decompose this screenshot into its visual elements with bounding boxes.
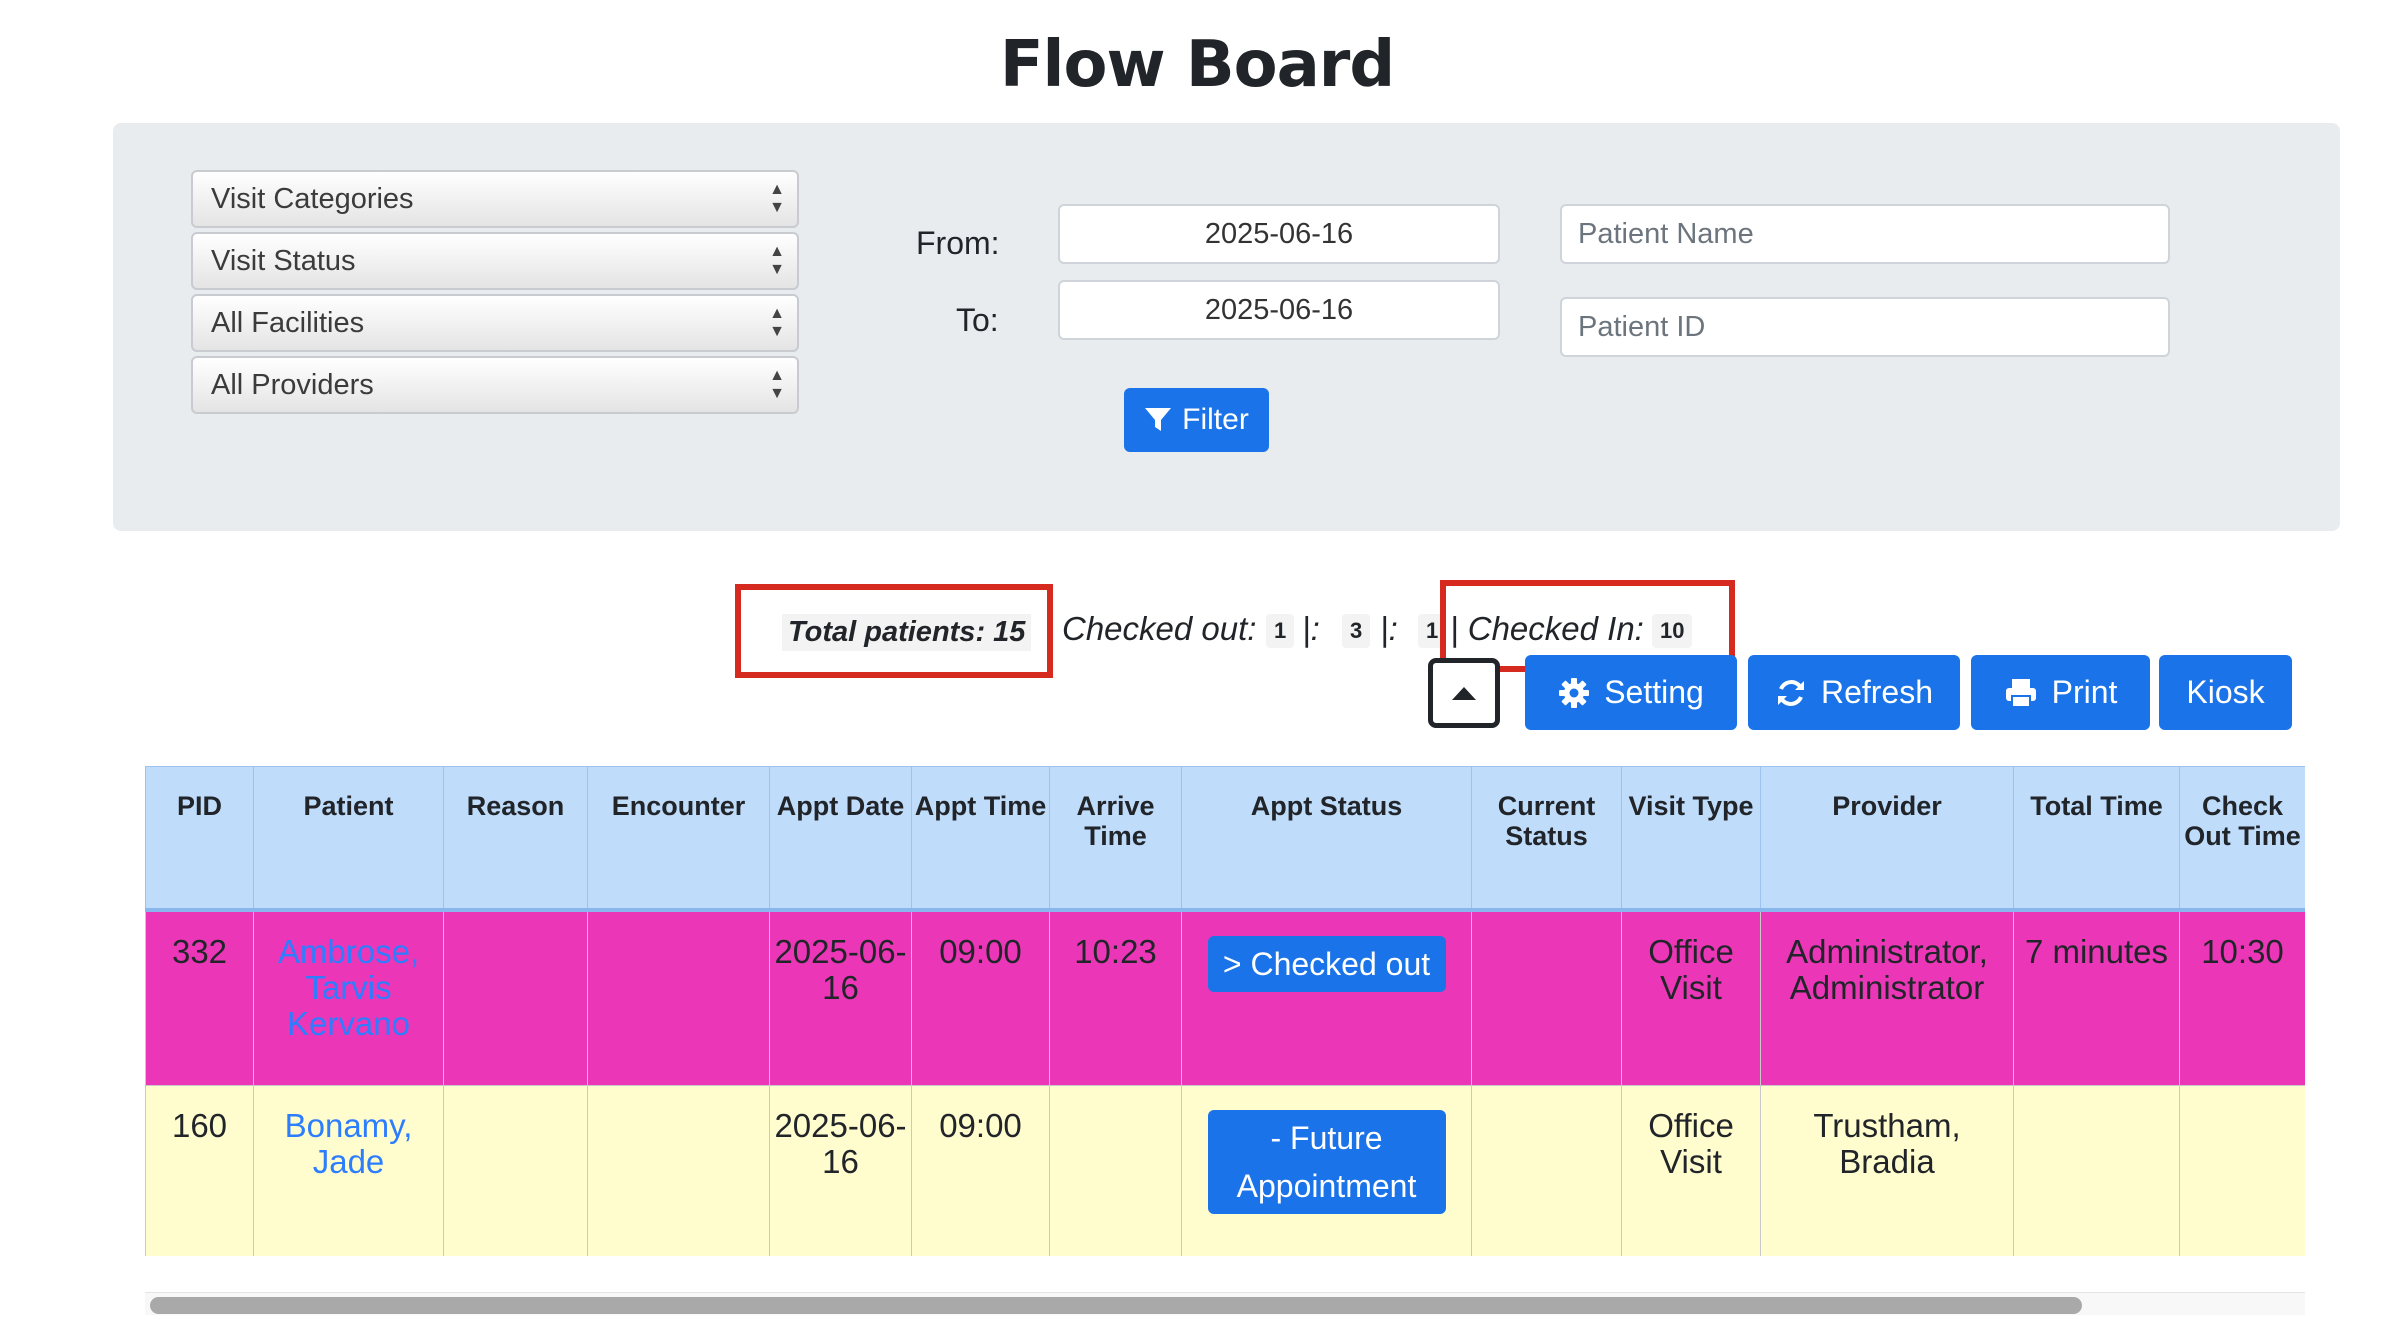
scrollbar-thumb[interactable] (150, 1297, 2082, 1314)
col-header-visit-type[interactable]: Visit Type (1621, 766, 1761, 912)
col-header-current-status[interactable]: Current Status (1471, 766, 1622, 912)
cell-reason (443, 1085, 588, 1256)
cell-provider: Trustham, Bradia (1760, 1085, 2014, 1256)
checked-out-count: 1 (1266, 614, 1295, 648)
col-header-encounter[interactable]: Encounter (587, 766, 770, 912)
flow-board-table-container: PID Patient Reason Encounter Appt Date A… (145, 766, 2305, 1256)
caret-up-icon (1452, 687, 1476, 700)
visit-status-select[interactable]: Visit Status ▲ ▼ (191, 232, 799, 290)
cell-appt-status: - Future Appointment (1181, 1085, 1472, 1256)
cell-total-time (2013, 1085, 2180, 1256)
cell-encounter (587, 1085, 770, 1256)
visit-categories-label: Visit Categories (211, 183, 414, 215)
providers-select[interactable]: All Providers ▲ ▼ (191, 356, 799, 414)
select-arrows-icon: ▲ ▼ (769, 367, 785, 402)
visit-status-label: Visit Status (211, 245, 356, 277)
print-button[interactable]: Print (1971, 655, 2150, 730)
flow-board-table: PID Patient Reason Encounter Appt Date A… (145, 766, 2305, 1256)
col-header-patient[interactable]: Patient (253, 766, 444, 912)
providers-label: All Providers (211, 369, 374, 401)
cell-pid: 332 (145, 909, 254, 1086)
highlight-box (735, 584, 1053, 678)
cell-visit-type: Office Visit (1621, 909, 1761, 1086)
cell-visit-type: Office Visit (1621, 1085, 1761, 1256)
cell-arrive-time (1049, 1085, 1182, 1256)
facilities-label: All Facilities (211, 307, 365, 339)
cell-appt-date: 2025-06-16 (769, 1085, 912, 1256)
select-arrows-icon: ▲ ▼ (769, 305, 785, 340)
cell-provider: Administrator, Administrator (1760, 909, 2014, 1086)
collapse-button[interactable] (1428, 658, 1500, 728)
table-header-row: PID Patient Reason Encounter Appt Date A… (145, 766, 2305, 912)
gear-icon (1559, 677, 1590, 708)
printer-icon (2005, 678, 2036, 708)
filter-button-label: Filter (1182, 403, 1249, 436)
cell-check-out-time: 10:30 (2179, 909, 2305, 1086)
cell-check-out-time (2179, 1085, 2305, 1256)
col-header-appt-date[interactable]: Appt Date (769, 766, 912, 912)
cell-current-status (1471, 1085, 1622, 1256)
patient-name-input[interactable]: Patient Name (1560, 204, 2170, 264)
visit-categories-select[interactable]: Visit Categories ▲ ▼ (191, 170, 799, 228)
cell-total-time: 7 minutes (2013, 909, 2180, 1086)
to-date-input[interactable]: 2025-06-16 (1058, 280, 1500, 340)
cell-reason (443, 909, 588, 1086)
cell-appt-time: 09:00 (911, 909, 1050, 1086)
col-header-appt-time[interactable]: Appt Time (911, 766, 1050, 912)
col-header-provider[interactable]: Provider (1760, 766, 2014, 912)
filter-icon (1145, 408, 1172, 431)
select-arrows-icon: ▲ ▼ (769, 181, 785, 216)
patient-id-input[interactable]: Patient ID (1560, 297, 2170, 357)
table-row: 332 Ambrose, Tarvis Kervano 2025-06-16 0… (145, 909, 2305, 1086)
cell-encounter (587, 909, 770, 1086)
cell-appt-date: 2025-06-16 (769, 909, 912, 1086)
cell-appt-status: > Checked out (1181, 909, 1472, 1086)
col-header-appt-status[interactable]: Appt Status (1181, 766, 1472, 912)
col-header-pid[interactable]: PID (145, 766, 254, 912)
col-header-reason[interactable]: Reason (443, 766, 588, 912)
col-header-arrive-time[interactable]: Arrive Time (1049, 766, 1182, 912)
patient-link[interactable]: Bonamy, Jade (285, 1107, 413, 1180)
cell-pid: 160 (145, 1085, 254, 1256)
kiosk-button[interactable]: Kiosk (2159, 655, 2292, 730)
checked-out-label: Checked out: (1062, 610, 1257, 647)
page-title: Flow Board (999, 28, 1395, 102)
cell-patient: Bonamy, Jade (253, 1085, 444, 1256)
col-header-check-out-time[interactable]: Check Out Time (2179, 766, 2305, 912)
to-label: To: (956, 302, 999, 338)
kiosk-button-label: Kiosk (2186, 674, 2265, 710)
separator: |: (1302, 610, 1320, 647)
col-header-total-time[interactable]: Total Time (2013, 766, 2180, 912)
cell-patient: Ambrose, Tarvis Kervano (253, 909, 444, 1086)
print-button-label: Print (2051, 674, 2118, 710)
refresh-icon (1777, 679, 1804, 706)
appt-status-button[interactable]: - Future Appointment (1207, 1110, 1446, 1214)
filter-button[interactable]: Filter (1124, 388, 1269, 452)
from-date-input[interactable]: 2025-06-16 (1058, 204, 1500, 264)
refresh-button[interactable]: Refresh (1748, 655, 1960, 730)
cell-appt-time: 09:00 (911, 1085, 1050, 1256)
table-row: 160 Bonamy, Jade 2025-06-16 09:00 - Futu… (145, 1085, 2305, 1256)
cell-current-status (1471, 909, 1622, 1086)
separator: |: (1380, 610, 1398, 647)
refresh-button-label: Refresh (1820, 674, 1934, 710)
setting-button-label: Setting (1604, 674, 1704, 710)
status-count: 3 (1342, 614, 1371, 648)
appt-status-button[interactable]: > Checked out (1207, 936, 1446, 992)
from-label: From: (916, 225, 1000, 261)
cell-arrive-time: 10:23 (1049, 909, 1182, 1086)
setting-button[interactable]: Setting (1525, 655, 1737, 730)
facilities-select[interactable]: All Facilities ▲ ▼ (191, 294, 799, 352)
patient-link[interactable]: Ambrose, Tarvis Kervano (278, 933, 419, 1042)
select-arrows-icon: ▲ ▼ (769, 243, 785, 278)
